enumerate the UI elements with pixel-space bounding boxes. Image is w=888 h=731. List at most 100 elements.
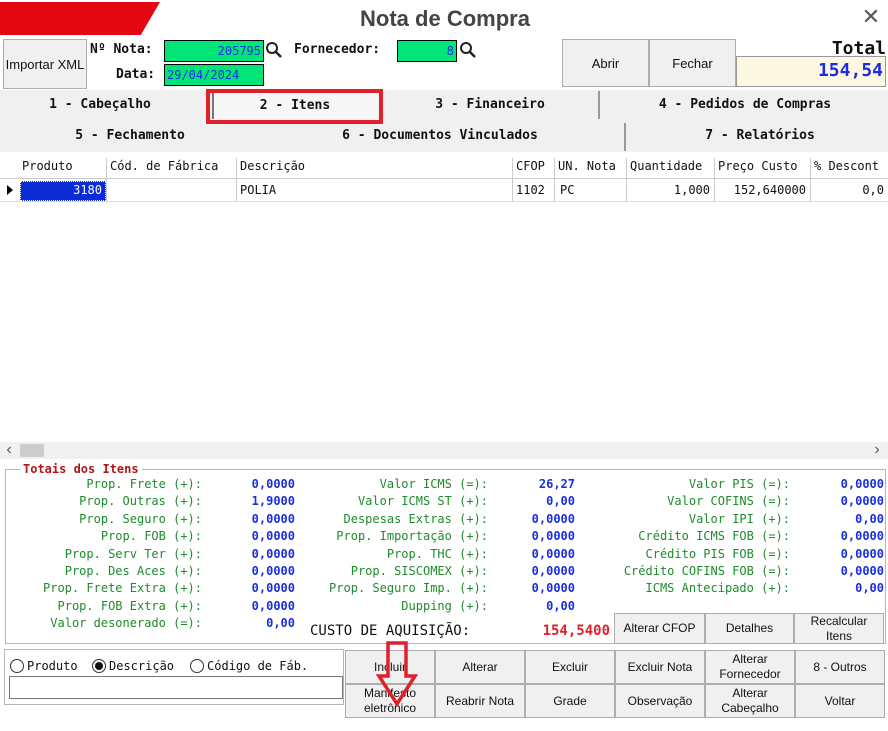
tab-relatorios[interactable]: 7 - Relatórios: [660, 128, 860, 143]
totais-value: 0,00: [855, 511, 884, 526]
fornecedor-field[interactable]: 8: [397, 40, 457, 62]
totais-label: Valor IPI (+):: [688, 511, 790, 526]
col-cfop[interactable]: CFOP: [516, 159, 545, 173]
totais-label: Prop. FOB (+):: [100, 529, 202, 544]
radio-dot-icon: [95, 662, 103, 670]
totais-value: 0,0000: [251, 477, 295, 491]
close-icon[interactable]: ✕: [858, 4, 884, 30]
totais-value: 1,9000: [251, 494, 295, 509]
scroll-left-icon[interactable]: ‹: [0, 442, 18, 459]
radio-label: Produto: [27, 659, 78, 673]
col-produto[interactable]: Produto: [22, 159, 73, 173]
import-xml-button[interactable]: Importar XML: [3, 39, 87, 89]
tab-pedidos[interactable]: 4 - Pedidos de Compras: [620, 97, 870, 112]
col-divider: [626, 158, 627, 202]
cell-descricao: POLIA: [240, 183, 277, 197]
totais-value: 0,0000: [251, 546, 295, 561]
col-preco[interactable]: Preço Custo: [718, 159, 797, 173]
totais-label: Prop. Outras (+):: [79, 494, 202, 509]
col-divider: [236, 158, 237, 202]
totais-value: 0,0000: [251, 529, 295, 544]
scroll-thumb[interactable]: [20, 444, 44, 457]
radio-option[interactable]: [92, 659, 106, 673]
totais-value: 0,00: [546, 598, 575, 613]
totais-value: 0,00: [546, 494, 575, 509]
abrir-button[interactable]: Abrir: [562, 39, 649, 87]
totais-value: 0,0000: [840, 477, 884, 491]
totais-label: Prop. FOB Extra (+):: [57, 598, 203, 613]
cell-produto: 3180: [73, 183, 102, 197]
totais-value: 0,0000: [840, 564, 884, 578]
action-button[interactable]: Excluir Nota: [615, 650, 705, 684]
action-button[interactable]: Alterar Cabeçalho: [705, 684, 795, 718]
totais-label: Crédito COFINS FOB (=):: [623, 564, 790, 578]
data-field[interactable]: 29/04/2024: [164, 64, 264, 86]
totais-label: Valor ICMS ST (+):: [357, 494, 488, 509]
nota-field[interactable]: 205795: [164, 40, 264, 62]
alterar-cfop-button[interactable]: Alterar CFOP: [614, 613, 705, 644]
totais-value: 0,0000: [531, 546, 575, 561]
totais-value: 0,00: [855, 581, 884, 596]
radio-option[interactable]: [10, 659, 24, 673]
totais-label: Prop. THC (+):: [386, 546, 488, 561]
col-cod-fabrica[interactable]: Cód. de Fábrica: [110, 159, 218, 173]
recalcular-button[interactable]: Recalcular Itens: [794, 613, 884, 644]
totais-value: 0,00: [266, 616, 295, 631]
search-fornecedor-icon[interactable]: [459, 41, 477, 59]
totais-title: Totais dos Itens: [20, 462, 142, 476]
radio-label: Código de Fáb.: [207, 659, 309, 673]
tab-documentos[interactable]: 6 - Documentos Vinculados: [300, 128, 580, 143]
totais-label: Crédito PIS FOB (=):: [645, 546, 791, 561]
row-pointer-icon: [7, 185, 13, 195]
totais-value: 0,0000: [531, 529, 575, 544]
tab-financeiro[interactable]: 3 - Financeiro: [400, 97, 580, 112]
tab-fechamento[interactable]: 5 - Fechamento: [40, 128, 220, 143]
action-button[interactable]: Excluir: [525, 650, 615, 684]
radio-option[interactable]: [190, 659, 204, 673]
horizontal-scrollbar[interactable]: [0, 442, 888, 459]
totais-value: 0,0000: [251, 511, 295, 526]
totais-value: 26,27: [538, 477, 575, 491]
col-descricao[interactable]: Descrição: [240, 159, 305, 173]
col-quantidade[interactable]: Quantidade: [630, 159, 702, 173]
search-input[interactable]: [9, 676, 343, 699]
col-un-nota[interactable]: UN. Nota: [558, 159, 616, 173]
cell-cfop: 1102: [516, 183, 545, 197]
totais-label: Dupping (+):: [401, 598, 488, 613]
col-desconto[interactable]: % Descont: [814, 159, 879, 173]
totais-value: 0,0000: [251, 581, 295, 596]
fechar-button[interactable]: Fechar: [649, 39, 736, 87]
tab-cabecalho[interactable]: 1 - Cabeçalho: [20, 97, 180, 112]
data-label: Data:: [116, 67, 156, 82]
action-button[interactable]: 8 - Outros: [795, 650, 885, 684]
totais-label: Valor PIS (=):: [688, 477, 790, 491]
brand-accent: [0, 2, 160, 35]
totais-label: Valor ICMS (=):: [379, 477, 488, 491]
custo-value: 154,5400: [542, 623, 610, 639]
totais-label: Prop. SISCOMEX (+):: [350, 564, 488, 578]
totais-label: Prop. Importação (+):: [336, 529, 488, 544]
nota-label: Nº Nota:: [90, 42, 153, 57]
cell-desconto: 0,0: [862, 183, 884, 197]
scroll-right-icon[interactable]: ›: [868, 442, 886, 459]
action-button[interactable]: Voltar: [795, 684, 885, 718]
totais-label: Valor desonerado (=):: [50, 616, 202, 631]
detalhes-button[interactable]: Detalhes: [705, 613, 794, 644]
tab-itens-highlight: [206, 89, 383, 124]
total-value: 154,54: [736, 56, 886, 87]
red-arrow-annotation: [376, 641, 418, 708]
cell-un: PC: [560, 183, 575, 197]
custo-label: CUSTO DE AQUISIÇÃO:: [310, 623, 471, 639]
action-button[interactable]: Reabrir Nota: [435, 684, 525, 718]
action-button[interactable]: Alterar: [435, 650, 525, 684]
totais-label: Despesas Extras (+):: [343, 511, 489, 526]
cell-preco: 152,640000: [733, 183, 806, 197]
action-button[interactable]: Observação: [615, 684, 705, 718]
action-button[interactable]: Grade: [525, 684, 615, 718]
totais-value: 0,0000: [251, 564, 295, 578]
window-title: Nota de Compra: [360, 6, 530, 31]
totais-label: Prop. Serv Ter (+):: [64, 546, 202, 561]
action-button[interactable]: Alterar Fornecedor: [705, 650, 795, 684]
totais-value: 0,0000: [840, 529, 884, 544]
search-nota-icon[interactable]: [265, 41, 283, 59]
